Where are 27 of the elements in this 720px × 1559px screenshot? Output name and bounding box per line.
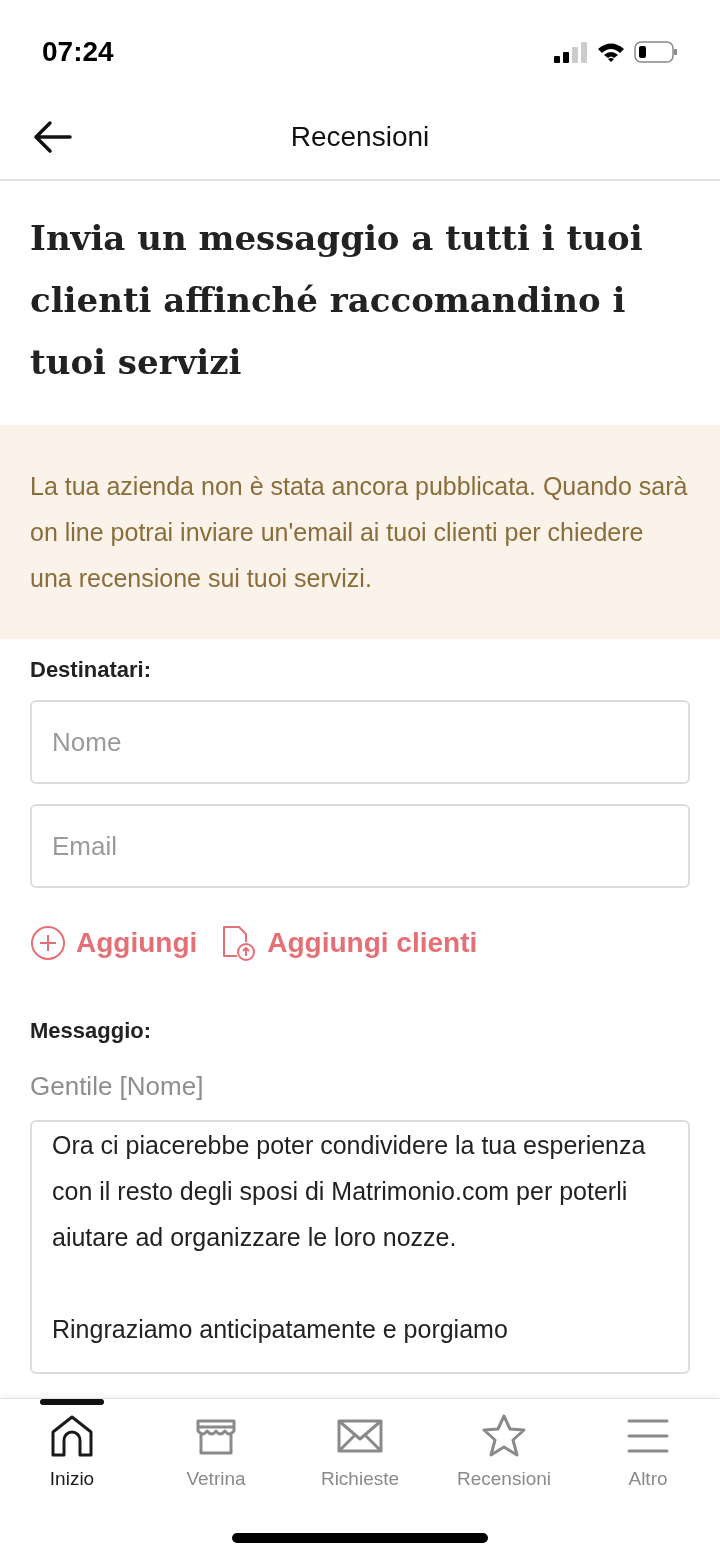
page-title: Recensioni — [290, 120, 430, 154]
tab[interactable]: Altro — [576, 1399, 720, 1507]
message-paragraph: Ora ci piacerebbe poter condividere la tua esperienza con il resto degli sposi di Matrimonio.com per poterli aiutare ad organizzare le loro nozze. — [52, 1130, 647, 1253]
signal-icon — [554, 40, 588, 63]
text-field[interactable]: Nome — [30, 700, 690, 784]
tab[interactable]: Inizio — [0, 1399, 144, 1507]
notice-banner: La tua azienda non è stata ancora pubblicata. Quando sarà on line potrai inviare un'email ai tuoi clienti per chiedere una recensione sui tuoi servizi. — [0, 425, 720, 639]
message-label: Messaggio: — [30, 1017, 153, 1045]
document-upload-icon — [221, 924, 258, 962]
battery-icon — [634, 39, 678, 64]
greeting-text: Gentile [Nome] — [30, 1070, 205, 1103]
heading: Invia un messaggio a tutti i tuoi clienti affinché raccomandino i tuoi servizi — [29, 217, 644, 384]
star-icon — [481, 1413, 527, 1459]
active-tab-indicator — [40, 1399, 104, 1405]
back-arrow-icon — [32, 120, 72, 154]
home-icon — [49, 1413, 95, 1459]
recipients-label: Destinatari: — [30, 656, 153, 684]
text-field[interactable]: Email — [30, 804, 690, 888]
status-time: 07:24 — [42, 34, 114, 69]
message-field[interactable]: Ora ci piacerebbe poter condividere la tua esperienza con il resto degli sposi di Matrimonio.com per poterli aiutare ad organizzare le loro nozze. Ringraziamo anticipatamente e porgiamo — [30, 1120, 690, 1374]
tab[interactable]: Richieste — [288, 1399, 432, 1507]
add-link[interactable]: Aggiungi clienti — [221, 922, 478, 964]
plus-circle-icon — [30, 925, 66, 961]
tab[interactable]: Vetrina — [144, 1399, 288, 1507]
add-link[interactable]: Aggiungi — [30, 922, 198, 964]
message-paragraph: Ringraziamo anticipatamente e porgiamo — [52, 1314, 509, 1345]
tab[interactable]: Recensioni — [432, 1399, 576, 1507]
